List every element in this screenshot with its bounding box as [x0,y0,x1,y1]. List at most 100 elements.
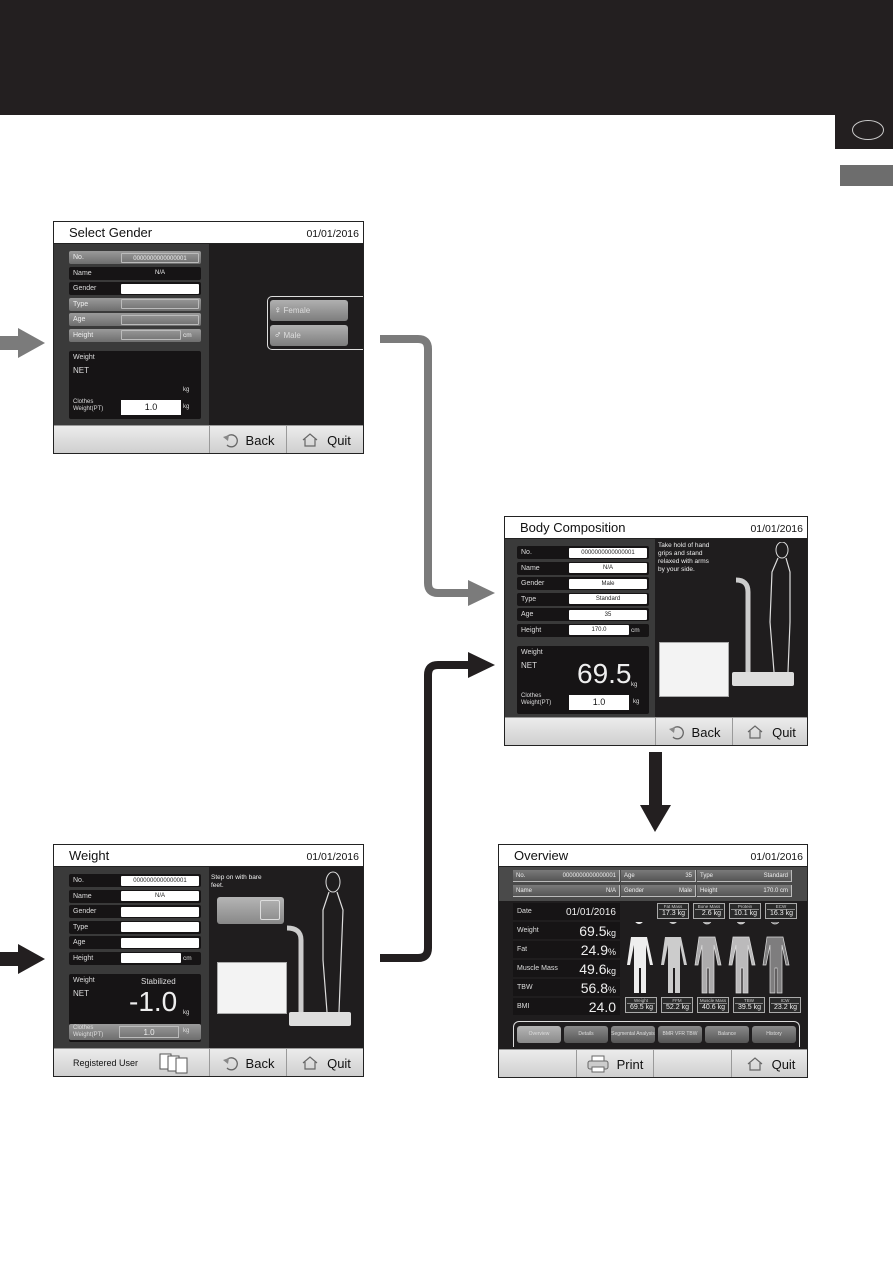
field-value[interactable]: Male [569,578,647,589]
feet-on-scale-illustration [217,962,287,1014]
header-value: Standard [763,873,788,879]
header-value: 0000000000000001 [562,873,616,879]
result-label: Fat [517,946,528,953]
title-bar: Weight 01/01/2016 [54,845,363,867]
select-gender-screen: Select Gender 01/01/2016 No. 0000000000000… [53,221,364,454]
weight-unit: kg [183,1010,190,1016]
field-value[interactable]: Standard [569,594,647,604]
field-row-age: Age [69,313,201,326]
back-label: Back [691,724,721,740]
bottom-bar: Back Quit [505,717,807,745]
tab-bmr-vfr-tbw[interactable]: BMR VFR TBW [658,1026,702,1043]
header-cell: Type Standard [697,870,792,882]
header-label: Height [700,888,718,894]
weight-label: Weight [73,354,95,361]
result-unit: % [607,947,616,957]
back-button[interactable]: Back [209,1049,286,1076]
field-row-name: Name N/A [69,889,201,903]
metric-label: ECW [775,904,787,909]
metric-value: 52.2 kg [663,1003,691,1011]
result-value: 69.5kg [579,923,616,939]
documents-icon [159,1053,188,1074]
back-button[interactable]: Back [655,718,732,745]
tab-balance[interactable]: Balance [705,1026,749,1043]
metric-value: 10.1 kg [731,909,759,917]
weight-box: Weight NET 69.5 kg Clothes Weight(PT) 1.… [517,646,649,714]
screen-title: Weight [69,848,110,863]
header-label: Name [516,888,533,894]
field-label: Height [73,954,94,962]
gray-flow-path [380,335,470,597]
home-icon [747,1057,762,1071]
screen-date: 01/01/2016 [750,851,803,863]
male-button[interactable]: ♂ Male [270,325,348,346]
body-composition-screen: Body Composition 01/01/2016 No. 0000000000… [504,516,808,746]
metric-label: Fat Mass [663,904,683,909]
metric-value: 69.5 kg [627,1003,655,1011]
field-label: No. [73,877,84,884]
foot-grip-illustration [659,642,729,697]
tab-segmental-analysis[interactable]: Segmental Analysis [611,1026,655,1043]
field-value[interactable] [121,906,199,917]
date-row: Date 01/01/2016 [513,903,620,920]
metric-box: Bone Mass 2.6 kg [693,903,725,919]
screen-title: Select Gender [69,225,153,240]
header-cell: Height 170.0 cm [697,885,792,897]
header-value: 170.0 cm [763,888,788,894]
field-value[interactable]: 35 [569,609,647,620]
header-label: No. [516,873,526,879]
back-label: Back [245,1055,275,1071]
field-label: Age [73,316,86,323]
field-label: Height [73,331,94,339]
net-label: NET [73,366,89,375]
result-value: 24.9% [581,942,616,958]
female-button[interactable]: ♀ Female [270,300,348,321]
screen-date: 01/01/2016 [306,851,359,863]
quit-label: Quit [327,432,351,448]
field-value[interactable]: 0000000000000001 [569,547,647,558]
field-value[interactable]: N/A [569,563,647,573]
screen-date: 01/01/2016 [306,228,359,240]
field-value[interactable]: 0000000000000001 [121,875,199,886]
quit-button[interactable]: Quit [286,426,363,453]
clothes-weight-input[interactable]: 1.0 [569,695,629,710]
clothes-weight-input[interactable]: 1.0 [121,400,181,415]
overview-screen: Overview 01/01/2016 No. 0000000000000001 Ag… [498,844,808,1078]
field-value[interactable] [121,283,199,294]
back-icon [668,726,684,740]
tab-overview[interactable]: Overview [517,1026,561,1043]
field-value[interactable] [121,953,181,963]
home-icon [747,725,763,739]
bottom-bar: Print Quit [499,1049,807,1077]
net-label: NET [73,989,89,998]
quit-button[interactable]: Quit [732,718,807,745]
field-value[interactable]: N/A [121,891,199,901]
weight-value: -1.0 [129,986,178,1017]
tab-history[interactable]: History [752,1026,796,1043]
field-row-type: Type [69,920,201,934]
quit-button[interactable]: Quit [731,1050,807,1077]
metric-box: ECW 16.3 kg [765,903,797,919]
field-row-age: Age [69,936,201,949]
field-label: Type [73,923,89,931]
print-button[interactable]: Print [576,1050,653,1077]
blank-button [499,1050,576,1077]
enter-weight-button[interactable] [217,897,284,924]
header-value: 35 [685,873,692,879]
registered-user-button[interactable]: Registered User [54,1049,209,1076]
clothes-weight-input[interactable]: 1.0 [119,1026,179,1038]
field-value [121,299,199,309]
field-value[interactable]: 170.0 [569,625,629,635]
user-info-panel: No. 0000000000000001 Name N/A Gender Type Age H… [54,244,209,425]
back-button[interactable]: Back [209,426,286,453]
body-composition-figures [627,922,790,994]
header-line: No. 0000000000000001 Age 35 Type Standard [513,870,792,883]
header-cell: Gender Male [621,885,696,897]
user-info-panel: No. 0000000000000001 Name N/A Gender Male Type… [505,539,655,717]
quit-button[interactable]: Quit [286,1049,363,1076]
result-number: 69.5 [579,923,607,939]
header-value: N/A [605,888,616,894]
field-value[interactable] [121,937,199,948]
tab-details[interactable]: Details [564,1026,608,1043]
field-value[interactable] [121,922,199,932]
